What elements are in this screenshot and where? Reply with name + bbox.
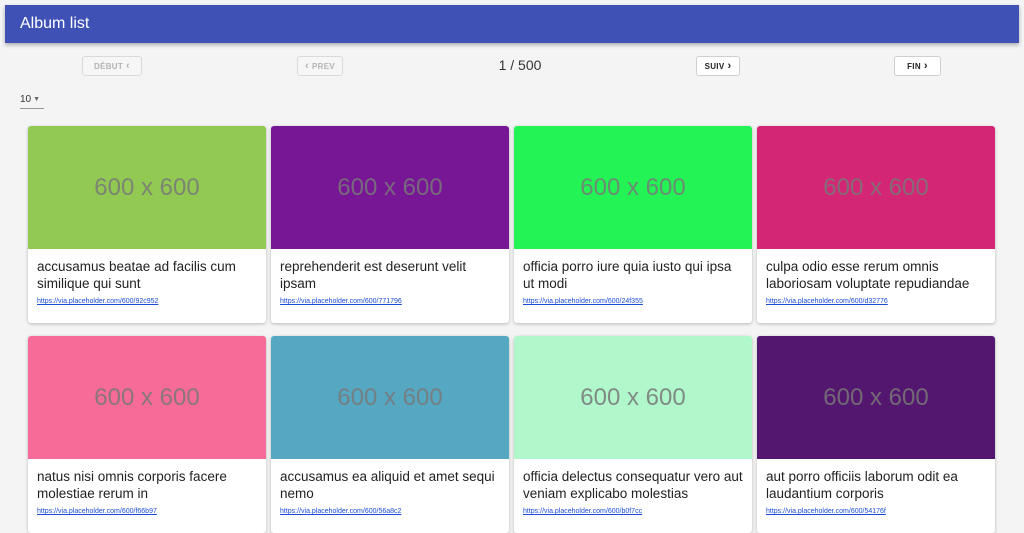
thumbnail-placeholder-text: 600 x 600: [337, 383, 443, 411]
album-thumbnail: 600 x 600: [28, 336, 266, 459]
album-thumbnail: 600 x 600: [514, 126, 752, 249]
prev-page-button[interactable]: ‹ PREV: [297, 56, 343, 76]
album-title: officia delectus consequatur vero aut ve…: [523, 469, 743, 501]
thumbnail-placeholder-text: 600 x 600: [580, 173, 686, 201]
album-card[interactable]: 600 x 600 culpa odio esse rerum omnis la…: [757, 126, 995, 323]
album-url-link[interactable]: https://via.placeholder.com/600/54176f: [766, 508, 986, 515]
chevron-right-icon: ›: [727, 59, 732, 72]
first-page-label: DÉBUT: [93, 61, 124, 71]
next-page-button[interactable]: SUIV ›: [696, 56, 740, 76]
prev-page-label: PREV: [311, 61, 335, 71]
album-url-link[interactable]: https://via.placeholder.com/600/56a8c2: [280, 508, 500, 515]
last-page-label: FIN: [907, 61, 921, 71]
album-url-link[interactable]: https://via.placeholder.com/600/b0f7cc: [523, 508, 743, 515]
album-card[interactable]: 600 x 600 officia porro iure quia iusto …: [514, 126, 752, 323]
album-thumbnail: 600 x 600: [271, 336, 509, 459]
album-thumbnail: 600 x 600: [757, 336, 995, 459]
album-url-link[interactable]: https://via.placeholder.com/600/92c952: [37, 298, 257, 305]
album-url-link[interactable]: https://via.placeholder.com/600/d32776: [766, 298, 986, 305]
album-card[interactable]: 600 x 600 natus nisi omnis corporis face…: [28, 336, 266, 533]
album-card[interactable]: 600 x 600 accusamus beatae ad facilis cu…: [28, 126, 266, 323]
album-card[interactable]: 600 x 600 reprehenderit est deserunt vel…: [271, 126, 509, 323]
album-card[interactable]: 600 x 600 aut porro officiis laborum odi…: [757, 336, 995, 533]
thumbnail-placeholder-text: 600 x 600: [823, 383, 929, 411]
album-thumbnail: 600 x 600: [514, 336, 752, 459]
album-card[interactable]: 600 x 600 officia delectus consequatur v…: [514, 336, 752, 533]
thumbnail-placeholder-text: 600 x 600: [337, 173, 443, 201]
album-title: reprehenderit est deserunt velit ipsam: [280, 259, 467, 291]
app-bar: Album list: [5, 5, 1019, 43]
album-card[interactable]: 600 x 600 accusamus ea aliquid et amet s…: [271, 336, 509, 533]
per-page-value: 10: [20, 93, 32, 105]
album-thumbnail: 600 x 600: [757, 126, 995, 249]
thumbnail-placeholder-text: 600 x 600: [94, 173, 200, 201]
album-title: aut porro officiis laborum odit ea lauda…: [766, 469, 958, 501]
caret-down-icon: ▼: [33, 95, 41, 103]
album-url-link[interactable]: https://via.placeholder.com/600/24f355: [523, 298, 743, 305]
per-page-select[interactable]: 10 ▼: [20, 90, 44, 109]
chevron-left-icon: ‹: [126, 59, 131, 72]
thumbnail-placeholder-text: 600 x 600: [823, 173, 929, 201]
last-page-button[interactable]: FIN ›: [894, 56, 941, 76]
album-url-link[interactable]: https://via.placeholder.com/600/771796: [280, 298, 500, 305]
chevron-right-icon: ›: [923, 59, 928, 72]
album-title: accusamus ea aliquid et amet sequi nemo: [280, 469, 495, 501]
album-title: culpa odio esse rerum omnis laboriosam v…: [766, 259, 970, 291]
app-title: Album list: [20, 15, 90, 32]
chevron-left-icon: ‹: [305, 59, 309, 72]
album-url-link[interactable]: https://via.placeholder.com/600/f66b97: [37, 508, 257, 515]
thumbnail-placeholder-text: 600 x 600: [94, 383, 200, 411]
next-page-label: SUIV: [704, 61, 725, 71]
album-title: accusamus beatae ad facilis cum similiqu…: [37, 259, 236, 291]
thumbnail-placeholder-text: 600 x 600: [580, 383, 686, 411]
page-indicator: 1 / 500: [498, 57, 542, 73]
album-title: natus nisi omnis corporis facere molesti…: [37, 469, 227, 501]
first-page-button[interactable]: DÉBUT ‹: [82, 56, 142, 76]
album-thumbnail: 600 x 600: [271, 126, 509, 249]
album-title: officia porro iure quia iusto qui ipsa u…: [523, 259, 732, 291]
album-thumbnail: 600 x 600: [28, 126, 266, 249]
